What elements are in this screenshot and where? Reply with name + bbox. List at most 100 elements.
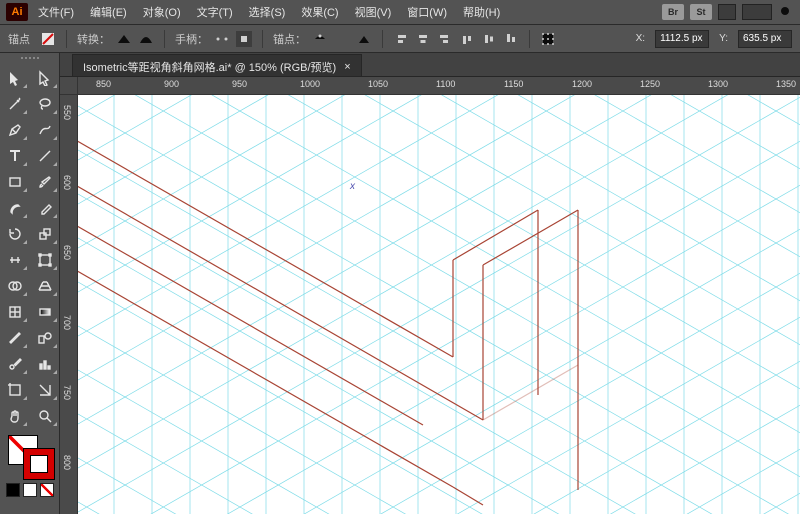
- zoom-tool[interactable]: [32, 405, 58, 427]
- color-mode-solid[interactable]: [6, 483, 20, 497]
- color-mode-gradient[interactable]: [23, 483, 37, 497]
- remove-anchor-icon[interactable]: [312, 31, 328, 47]
- scale-tool[interactable]: [32, 223, 58, 245]
- rotate-tool[interactable]: [2, 223, 28, 245]
- anchor-label: 锚点：: [273, 31, 306, 47]
- direct-selection-tool[interactable]: [32, 67, 58, 89]
- convert-smooth-icon[interactable]: [138, 31, 154, 47]
- control-bar: 锚点 转换： 手柄： 锚点： X: 1112.5 px Y: 635.5 px: [0, 25, 800, 53]
- separator: [382, 30, 383, 48]
- fill-stroke-swatch[interactable]: [6, 433, 54, 479]
- menu-object[interactable]: 对象(O): [137, 2, 187, 22]
- ruler-tick: 800: [62, 455, 72, 470]
- separator: [66, 30, 67, 48]
- show-handles-icon[interactable]: [214, 31, 230, 47]
- magic-wand-tool[interactable]: [2, 93, 28, 115]
- menu-select[interactable]: 选择(S): [243, 2, 292, 22]
- type-tool[interactable]: [2, 145, 28, 167]
- ruler-tick: 1050: [368, 79, 388, 89]
- eraser-tool[interactable]: [32, 197, 58, 219]
- ruler-tick: 1150: [504, 79, 523, 89]
- y-label: Y:: [719, 33, 728, 44]
- artwork: [78, 95, 800, 514]
- menu-type[interactable]: 文字(T): [191, 2, 239, 22]
- gradient-tool[interactable]: [32, 301, 58, 323]
- canvas[interactable]: x: [78, 95, 800, 514]
- separator: [262, 30, 263, 48]
- slice-tool[interactable]: [32, 379, 58, 401]
- anchor-ops-group: 锚点：: [273, 31, 372, 47]
- hand-tool[interactable]: [2, 405, 28, 427]
- menu-view[interactable]: 视图(V): [349, 2, 398, 22]
- anchor-indicator-icon: x: [350, 181, 355, 192]
- ruler-tick: 900: [164, 79, 179, 89]
- shaper-tool[interactable]: [2, 197, 28, 219]
- document-tab-bar: Isometric等距视角斜角网格.ai* @ 150% (RGB/预览) ×: [0, 53, 800, 77]
- perspective-grid-tool[interactable]: [32, 275, 58, 297]
- canvas-area: 8509009501000105011001150120012501300135…: [60, 77, 800, 514]
- align-hcenter-icon[interactable]: [415, 31, 431, 47]
- shape-builder-tool[interactable]: [2, 275, 28, 297]
- mesh-tool[interactable]: [2, 301, 28, 323]
- free-transform-tool[interactable]: [32, 249, 58, 271]
- paintbrush-tool[interactable]: [32, 171, 58, 193]
- convert-corner-icon[interactable]: [116, 31, 132, 47]
- tab-close-button[interactable]: ×: [344, 61, 350, 73]
- blend-tool[interactable]: [32, 327, 58, 349]
- pen-tool[interactable]: [2, 119, 28, 141]
- color-mode-none[interactable]: [40, 483, 54, 497]
- connect-anchor-icon[interactable]: [356, 31, 372, 47]
- ruler-tick: 1250: [640, 79, 660, 89]
- artboard-tool[interactable]: [2, 379, 28, 401]
- reference-point-icon[interactable]: [540, 31, 556, 47]
- selection-tool[interactable]: [2, 67, 28, 89]
- ruler-tick: 650: [62, 245, 72, 260]
- lasso-tool[interactable]: [32, 93, 58, 115]
- document-tab[interactable]: Isometric等距视角斜角网格.ai* @ 150% (RGB/预览) ×: [72, 54, 362, 76]
- align-bottom-icon[interactable]: [503, 31, 519, 47]
- ruler-tick: 550: [62, 105, 72, 120]
- ruler-tick: 950: [232, 79, 247, 89]
- width-tool[interactable]: [2, 249, 28, 271]
- align-right-icon[interactable]: [437, 31, 453, 47]
- menu-edit[interactable]: 编辑(E): [84, 2, 133, 22]
- menu-file[interactable]: 文件(F): [32, 2, 80, 22]
- ruler-tick: 600: [62, 175, 72, 190]
- ruler-origin[interactable]: [60, 77, 78, 95]
- menu-window[interactable]: 窗口(W): [401, 2, 453, 22]
- color-mode-row: [6, 483, 54, 497]
- align-group: [393, 31, 519, 47]
- x-field[interactable]: 1112.5 px: [655, 30, 709, 48]
- bridge-button[interactable]: Br: [662, 4, 684, 20]
- menu-help[interactable]: 帮助(H): [457, 2, 506, 22]
- workspace-switcher[interactable]: [742, 4, 772, 20]
- ruler-vertical[interactable]: 550600650700750800: [60, 95, 78, 514]
- toolbox: [0, 53, 60, 514]
- symbol-sprayer-tool[interactable]: [2, 353, 28, 375]
- panel-grip-icon[interactable]: [6, 57, 54, 63]
- eyedropper-tool[interactable]: [2, 327, 28, 349]
- menu-bar: Ai 文件(F) 编辑(E) 对象(O) 文字(T) 选择(S) 效果(C) 视…: [0, 0, 800, 25]
- arrange-documents-button[interactable]: [718, 4, 736, 20]
- column-graph-tool[interactable]: [32, 353, 58, 375]
- ruler-tick: 700: [62, 315, 72, 330]
- align-top-icon[interactable]: [459, 31, 475, 47]
- handles-label: 手柄：: [175, 31, 208, 47]
- stock-button[interactable]: St: [690, 4, 712, 20]
- no-fill-icon[interactable]: [40, 31, 56, 47]
- y-field[interactable]: 635.5 px: [738, 30, 792, 48]
- ruler-tick: 850: [96, 79, 111, 89]
- cut-path-icon[interactable]: [334, 31, 350, 47]
- search-icon[interactable]: [778, 4, 794, 20]
- line-segment-tool[interactable]: [32, 145, 58, 167]
- align-left-icon[interactable]: [393, 31, 409, 47]
- menu-effect[interactable]: 效果(C): [295, 2, 344, 22]
- align-vcenter-icon[interactable]: [481, 31, 497, 47]
- ruler-horizontal[interactable]: 8509009501000105011001150120012501300135…: [78, 77, 800, 95]
- ruler-tick: 1200: [572, 79, 592, 89]
- stroke-swatch[interactable]: [24, 449, 54, 479]
- selection-mode-label: 锚点: [8, 31, 30, 47]
- curvature-tool[interactable]: [32, 119, 58, 141]
- hide-handles-icon[interactable]: [236, 31, 252, 47]
- rectangle-tool[interactable]: [2, 171, 28, 193]
